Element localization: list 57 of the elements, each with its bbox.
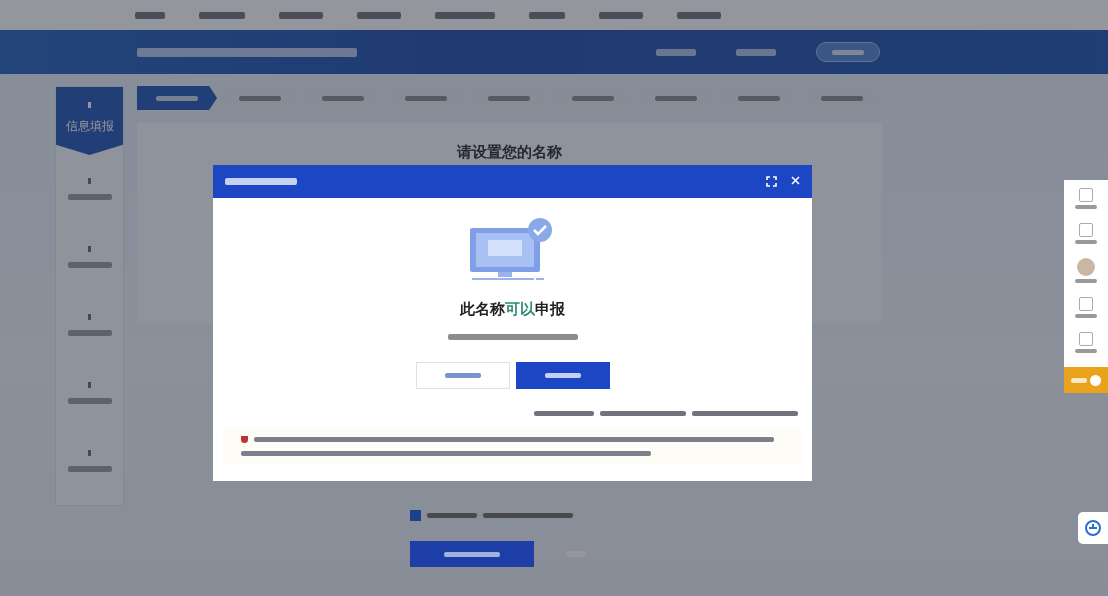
blurred-text	[571, 95, 614, 101]
result-title: 此名称可以申报	[460, 300, 565, 319]
blurred-text	[544, 373, 581, 378]
section-heading: 请设置您的名称	[457, 143, 562, 162]
next-button[interactable]	[410, 541, 534, 567]
blurred-text	[405, 95, 448, 101]
blurred-text	[225, 178, 297, 185]
blurred-text	[427, 513, 477, 518]
blurred-text	[1075, 240, 1097, 244]
blurred-text	[135, 11, 165, 19]
tool-icon[interactable]	[1079, 332, 1093, 346]
blurred-text	[67, 330, 112, 336]
blurred-text	[199, 11, 245, 19]
close-icon[interactable]	[791, 176, 800, 185]
blurred-text	[737, 95, 780, 101]
tool-icon[interactable]	[1079, 188, 1093, 202]
blurred-text	[67, 194, 112, 200]
tool-icon[interactable]	[1079, 223, 1093, 237]
blurred-text	[435, 11, 495, 19]
blurred-text	[488, 95, 531, 101]
blurred-text	[832, 49, 864, 55]
blurred-text	[656, 48, 696, 56]
blurred-text	[1075, 314, 1097, 318]
blurred-text	[1075, 349, 1097, 353]
chat-icon	[1084, 519, 1102, 537]
fullscreen-icon[interactable]	[766, 176, 777, 187]
sidebar-item[interactable]: 信息填报	[56, 87, 123, 155]
shield-icon	[241, 436, 248, 443]
blurred-text	[529, 11, 565, 19]
blurred-text	[156, 95, 199, 101]
blurred-text	[67, 262, 112, 268]
primary-button[interactable]	[515, 362, 610, 389]
step-tab[interactable]	[137, 86, 218, 110]
blurred-text	[322, 95, 365, 101]
blurred-text	[279, 11, 323, 19]
blurred-text	[67, 466, 112, 472]
agree-checkbox[interactable]	[410, 510, 421, 521]
blurred-text	[67, 398, 112, 404]
blurred-text	[534, 411, 594, 416]
blurred-text	[1075, 205, 1097, 209]
blurred-text	[444, 373, 481, 378]
secondary-button[interactable]	[415, 362, 510, 389]
tool-icon[interactable]	[1079, 297, 1093, 311]
blurred-text	[736, 48, 776, 56]
avatar-icon[interactable]	[1077, 258, 1095, 276]
blurred-text	[239, 95, 282, 101]
blurred-text	[1071, 377, 1087, 383]
blurred-text	[357, 11, 401, 19]
blurred-text	[599, 11, 643, 19]
blurred-text	[444, 551, 500, 557]
help-button[interactable]	[1064, 367, 1108, 393]
blurred-text	[654, 95, 697, 101]
blurred-text	[1075, 279, 1097, 283]
chat-button[interactable]	[1078, 512, 1108, 544]
blurred-text	[820, 95, 863, 101]
header-button[interactable]	[816, 42, 880, 62]
blurred-text	[677, 11, 721, 19]
